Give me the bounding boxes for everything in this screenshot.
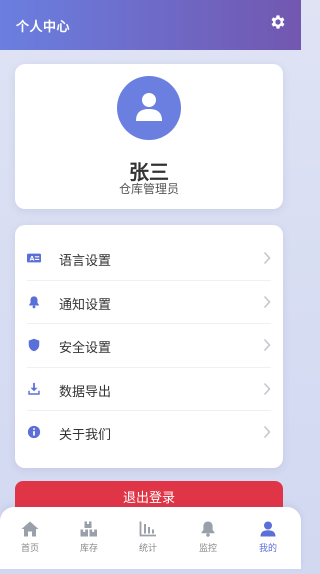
chart-icon <box>139 521 156 537</box>
chevron-right-icon <box>263 295 271 308</box>
avatar <box>117 76 181 140</box>
tab-inventory[interactable]: 库存 <box>59 521 119 561</box>
chevron-right-icon <box>263 382 271 395</box>
user-icon <box>260 521 276 537</box>
tab-label: 监控 <box>198 544 217 554</box>
menu-item-label: 安全设置 <box>59 341 112 356</box>
menu-item-language[interactable]: A 语言设置 <box>27 237 271 281</box>
info-icon <box>27 425 41 439</box>
bell-icon <box>29 295 39 308</box>
svg-text:A: A <box>30 256 35 263</box>
tab-monitor[interactable]: 监控 <box>178 521 238 561</box>
boxes-icon <box>80 521 97 537</box>
chevron-right-icon <box>263 338 271 352</box>
menu-item-export[interactable]: 数据导出 <box>27 368 271 411</box>
tab-label: 首页 <box>20 544 39 554</box>
settings-menu: A 语言设置 通知设置 安全设置 数据导出 关于我们 <box>15 225 283 468</box>
menu-item-label: 数据导出 <box>59 384 112 400</box>
home-icon <box>21 521 39 537</box>
menu-item-security[interactable]: 安全设置 <box>27 324 271 368</box>
download-icon <box>28 382 40 395</box>
menu-item-about[interactable]: 关于我们 <box>27 411 271 455</box>
menu-item-label: 语言设置 <box>59 254 112 269</box>
page-title: 个人中心 <box>16 20 71 35</box>
chevron-right-icon <box>263 425 271 439</box>
chevron-right-icon <box>263 251 271 265</box>
shield-icon <box>28 338 40 352</box>
bottom-tab-bar: 首页 库存 统计 监控 我的 <box>0 507 301 569</box>
tab-label: 统计 <box>138 544 157 554</box>
app-header: 个人中心 <box>0 0 301 50</box>
bell-icon <box>201 521 215 537</box>
tab-label: 库存 <box>79 544 98 554</box>
profile-card: 张三 仓库管理员 <box>15 64 283 209</box>
tab-label: 我的 <box>258 544 277 554</box>
tab-profile[interactable]: 我的 <box>238 521 298 561</box>
user-icon <box>136 93 162 121</box>
user-role: 仓库管理员 <box>118 182 179 196</box>
menu-item-label: 通知设置 <box>59 297 112 313</box>
language-icon: A <box>27 253 41 263</box>
tab-home[interactable]: 首页 <box>0 521 60 561</box>
menu-item-notifications[interactable]: 通知设置 <box>27 281 271 324</box>
menu-item-label: 关于我们 <box>59 428 112 443</box>
tab-statistics[interactable]: 统计 <box>118 521 178 561</box>
gear-icon[interactable] <box>269 13 287 31</box>
